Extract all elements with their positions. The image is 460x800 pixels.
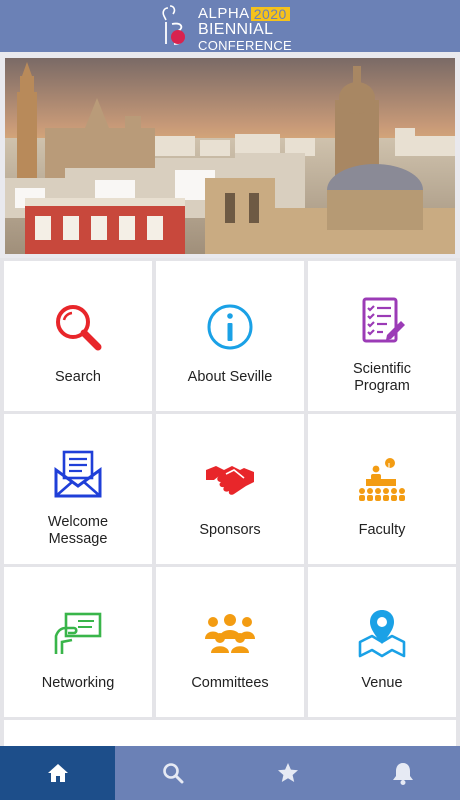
menu-label-search: Search [55, 369, 101, 385]
checklist-icon [354, 293, 410, 349]
seville-skyline-picture [5, 58, 455, 254]
menu-tile-about-seville[interactable]: About Seville [156, 261, 304, 411]
menu-tile-partial [4, 720, 456, 746]
menu-tile-welcome-message[interactable]: Welcome Message [4, 414, 152, 564]
info-icon [202, 299, 258, 355]
home-icon [47, 764, 68, 782]
star-icon [277, 763, 298, 782]
bottom-tab-bar [0, 746, 460, 800]
logo-text: ALPHA 2020 BIENNIAL CONFERENCE [198, 6, 292, 52]
logo-word-alpha: ALPHA [198, 5, 250, 22]
logo-mark-icon [162, 5, 185, 45]
menu-label-committees: Committees [191, 675, 269, 691]
menu-tile-networking[interactable]: Networking [4, 567, 152, 717]
handshake-icon [202, 452, 258, 508]
banner-image [5, 58, 455, 254]
map-pin-icon [354, 605, 410, 661]
menu-tile-venue[interactable]: Venue [308, 567, 456, 717]
tab-search[interactable] [115, 746, 230, 800]
menu-label-welcome-message: Welcome Message [47, 514, 109, 547]
menu-label-networking: Networking [41, 675, 115, 691]
logo-word-biennial: BIENNIAL [198, 21, 274, 38]
menu-grid: Search About Seville Scientific Program … [0, 258, 460, 746]
menu-label-venue: Venue [361, 675, 403, 691]
logo-word-conference: CONFERENCE [198, 38, 293, 53]
app-header: ALPHA 2020 BIENNIAL CONFERENCE [0, 0, 460, 52]
bell-icon [392, 763, 413, 785]
menu-tile-sponsors[interactable]: Sponsors [156, 414, 304, 564]
group-icon [202, 605, 258, 661]
envelope-icon [50, 446, 106, 502]
menu-tile-scientific-program[interactable]: Scientific Program [308, 261, 456, 411]
menu-tile-faculty[interactable]: Faculty [308, 414, 456, 564]
search-icon [162, 763, 183, 784]
menu-label-scientific-program: Scientific Program [352, 361, 412, 394]
business-card-icon [50, 605, 106, 661]
menu-label-sponsors: Sponsors [199, 522, 261, 538]
tab-home[interactable] [0, 746, 115, 800]
search-icon [50, 299, 106, 355]
menu-label-faculty: Faculty [358, 522, 406, 538]
tab-notifications[interactable] [345, 746, 460, 800]
logo-year: 2020 [250, 6, 290, 21]
menu-tile-search[interactable]: Search [4, 261, 152, 411]
menu-tile-committees[interactable]: Committees [156, 567, 304, 717]
menu-label-about-seville: About Seville [187, 369, 273, 385]
speaker-icon [354, 452, 410, 508]
tab-favorites[interactable] [230, 746, 345, 800]
